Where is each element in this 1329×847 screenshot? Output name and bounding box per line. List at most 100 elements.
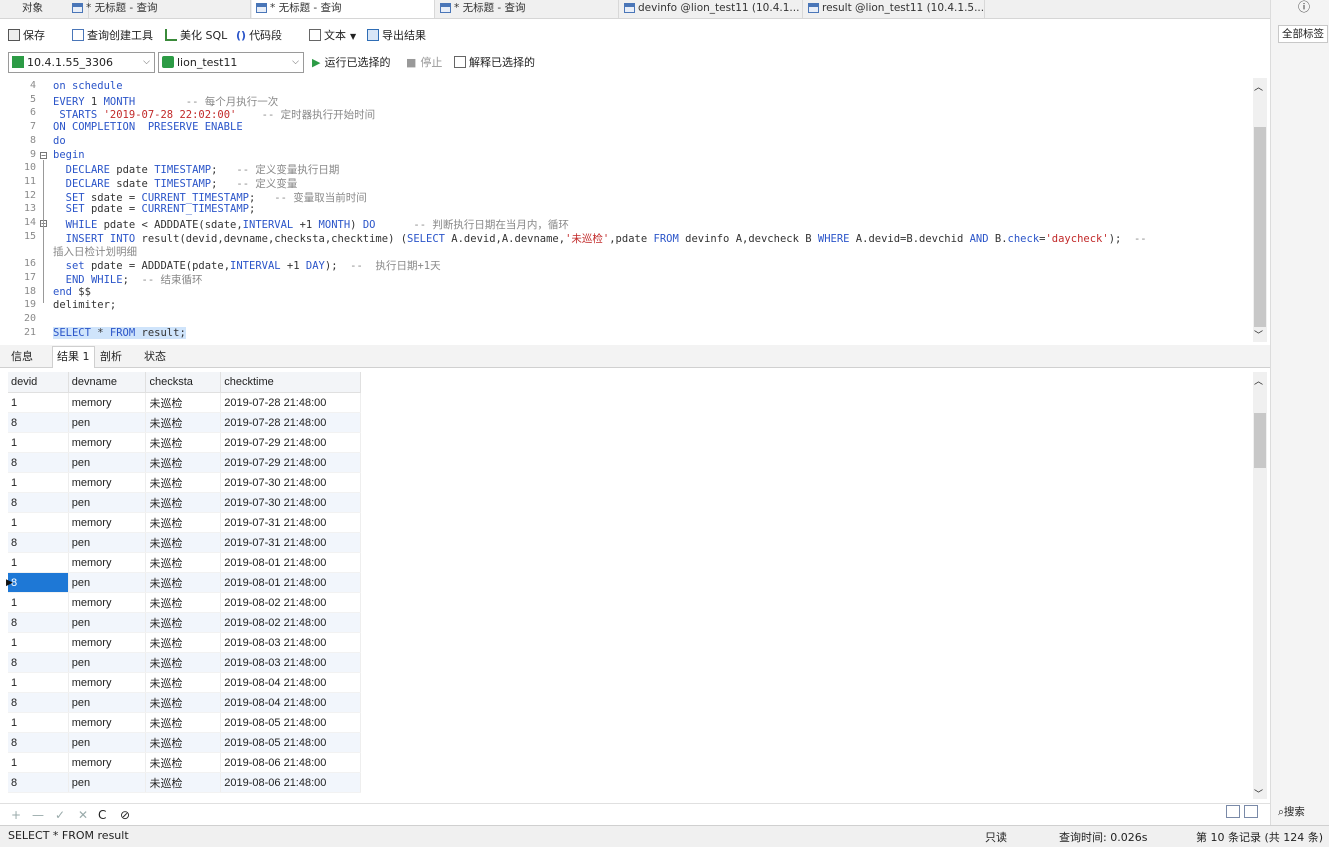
grid-view-icon[interactable] <box>1226 805 1240 818</box>
add-record-icon[interactable]: + <box>11 808 21 822</box>
code-line[interactable]: begin <box>53 149 85 161</box>
table-cell[interactable]: memory <box>68 512 147 533</box>
scroll-up-icon[interactable]: ︿ <box>1254 80 1263 93</box>
table-row[interactable]: 8 pen 未巡检 2019-08-04 21:48:00 <box>8 692 361 713</box>
table-cell[interactable]: pen <box>68 732 147 753</box>
result-tab-2[interactable]: 剖析 <box>100 348 122 366</box>
table-cell[interactable]: 2019-08-04 21:48:00 <box>220 672 361 693</box>
table-cell[interactable]: 2019-08-02 21:48:00 <box>220 592 361 613</box>
save-button[interactable]: 保存 <box>8 27 45 45</box>
table-cell[interactable]: 未巡检 <box>145 712 222 733</box>
table-cell[interactable]: 1 <box>8 552 69 573</box>
table-cell[interactable]: 2019-07-28 21:48:00 <box>220 412 361 433</box>
table-cell[interactable]: 未巡检 <box>145 452 222 473</box>
tab-3[interactable]: * 无标题 - 查询 <box>436 0 619 18</box>
code-line[interactable]: SELECT * FROM result; <box>53 326 186 339</box>
table-cell[interactable]: memory <box>68 552 147 573</box>
table-cell[interactable]: 2019-08-06 21:48:00 <box>220 772 361 793</box>
table-row[interactable]: 1 memory 未巡检 2019-07-29 21:48:00 <box>8 432 361 453</box>
stop-button[interactable]: ■ 停止 <box>406 54 442 72</box>
table-cell[interactable]: 1 <box>8 432 69 453</box>
table-cell[interactable]: 8 <box>8 412 69 433</box>
table-cell[interactable]: 1 <box>8 512 69 533</box>
table-cell[interactable]: 未巡检 <box>145 732 222 753</box>
tab-2[interactable]: * 无标题 - 查询 <box>252 0 435 18</box>
table-cell[interactable]: 2019-08-05 21:48:00 <box>220 712 361 733</box>
database-select[interactable]: lion_test11 ⌵ <box>158 52 304 73</box>
table-row[interactable]: 8 pen 未巡检 2019-07-28 21:48:00 <box>8 412 361 433</box>
table-cell[interactable]: pen <box>68 452 147 473</box>
result-tab-0[interactable]: 信息 <box>11 348 33 366</box>
right-search[interactable]: ⌕搜索 <box>1278 804 1305 819</box>
discard-icon[interactable]: ✕ <box>78 808 88 822</box>
table-cell[interactable]: 2019-08-03 21:48:00 <box>220 632 361 653</box>
table-cell[interactable]: 未巡检 <box>145 692 222 713</box>
table-cell[interactable]: 2019-07-30 21:48:00 <box>220 492 361 513</box>
scroll-up-icon[interactable]: ︿ <box>1254 374 1263 387</box>
delete-record-icon[interactable]: — <box>32 808 44 822</box>
table-cell[interactable]: 未巡检 <box>145 532 222 553</box>
table-cell[interactable]: memory <box>68 752 147 773</box>
fold-toggle-icon[interactable]: − <box>40 151 47 159</box>
tab-1[interactable]: * 无标题 - 查询 <box>68 0 251 18</box>
table-cell[interactable]: 未巡检 <box>145 552 222 573</box>
scroll-down-icon[interactable]: ﹀ <box>1254 328 1263 341</box>
code-line[interactable]: ON COMPLETION PRESERVE ENABLE <box>53 121 243 133</box>
table-cell[interactable]: memory <box>68 632 147 653</box>
stop-icon[interactable]: ⊘ <box>120 808 130 822</box>
table-cell[interactable]: pen <box>68 652 147 673</box>
table-cell[interactable]: 未巡检 <box>145 472 222 493</box>
column-header-checksta[interactable]: checksta <box>145 372 222 393</box>
table-cell[interactable]: 2019-08-01 21:48:00 <box>220 552 361 573</box>
table-cell[interactable]: 8 <box>8 732 69 753</box>
table-cell[interactable]: 8 <box>8 452 69 473</box>
table-cell[interactable]: pen <box>68 612 147 633</box>
code-line[interactable]: INSERT INTO result(devid,devname,checkst… <box>53 231 1147 246</box>
form-view-icon[interactable] <box>1244 805 1258 818</box>
result-tab-3[interactable]: 状态 <box>144 348 166 366</box>
table-cell[interactable]: 2019-07-29 21:48:00 <box>220 452 361 473</box>
text-button[interactable]: 文本 ▼ <box>309 27 356 45</box>
table-row[interactable]: 1 memory 未巡检 2019-08-01 21:48:00 <box>8 552 361 573</box>
table-cell[interactable]: 未巡检 <box>145 492 222 513</box>
table-cell[interactable]: 2019-08-06 21:48:00 <box>220 752 361 773</box>
column-header-checktime[interactable]: checktime <box>220 372 361 393</box>
export-results-button[interactable]: 导出结果 <box>367 27 426 45</box>
connection-select[interactable]: 10.4.1.55_3306 ⌵ <box>8 52 155 73</box>
table-row[interactable]: 8 pen 未巡检 2019-08-05 21:48:00 <box>8 732 361 753</box>
run-selected-button[interactable]: ▶ 运行已选择的 <box>312 54 390 72</box>
all-tags-button[interactable]: 全部标签 <box>1278 25 1328 43</box>
table-row[interactable]: 1 memory 未巡检 2019-08-03 21:48:00 <box>8 632 361 653</box>
table-row[interactable]: 8 pen 未巡检 2019-07-29 21:48:00 <box>8 452 361 473</box>
query-builder-button[interactable]: 查询创建工具 <box>72 27 153 45</box>
table-row[interactable]: 1 memory 未巡检 2019-07-28 21:48:00 <box>8 392 361 413</box>
table-cell[interactable]: 未巡检 <box>145 412 222 433</box>
table-cell[interactable]: 2019-07-31 21:48:00 <box>220 512 361 533</box>
table-cell[interactable]: 2019-07-30 21:48:00 <box>220 472 361 493</box>
column-header-devname[interactable]: devname <box>68 372 147 393</box>
table-cell[interactable]: 未巡检 <box>145 652 222 673</box>
table-cell[interactable]: pen <box>68 492 147 513</box>
table-cell[interactable]: 8 <box>8 692 69 713</box>
tab-4[interactable]: devinfo @lion_test11 (10.4.1... <box>620 0 803 18</box>
table-cell[interactable]: 未巡检 <box>145 672 222 693</box>
table-row[interactable]: 1 memory 未巡检 2019-07-31 21:48:00 <box>8 512 361 533</box>
table-cell[interactable]: memory <box>68 472 147 493</box>
table-cell[interactable]: 未巡检 <box>145 432 222 453</box>
table-cell[interactable]: 8 <box>8 772 69 793</box>
table-cell[interactable]: 1 <box>8 672 69 693</box>
table-cell[interactable]: 8 <box>8 612 69 633</box>
sql-editor[interactable]: 4 on schedule 5 EVERY 1 MONTH -- 每个月执行一次 6 S… <box>0 78 1253 342</box>
table-cell[interactable]: 未巡检 <box>145 392 222 413</box>
table-cell[interactable]: 1 <box>8 392 69 413</box>
table-row[interactable]: 1 memory 未巡检 2019-08-05 21:48:00 <box>8 712 361 733</box>
table-cell[interactable]: 2019-07-28 21:48:00 <box>220 392 361 413</box>
table-row[interactable]: 8 pen 未巡检 2019-08-02 21:48:00 <box>8 612 361 633</box>
table-cell[interactable]: memory <box>68 592 147 613</box>
editor-scroll-thumb[interactable] <box>1254 127 1266 327</box>
table-row[interactable]: 1 memory 未巡检 2019-08-04 21:48:00 <box>8 672 361 693</box>
code-line[interactable]: do <box>53 135 66 147</box>
table-row[interactable]: 8 pen 未巡检 2019-08-06 21:48:00 <box>8 772 361 793</box>
code-line[interactable]: end $$ <box>53 286 91 298</box>
grid-scroll-thumb[interactable] <box>1254 413 1266 468</box>
